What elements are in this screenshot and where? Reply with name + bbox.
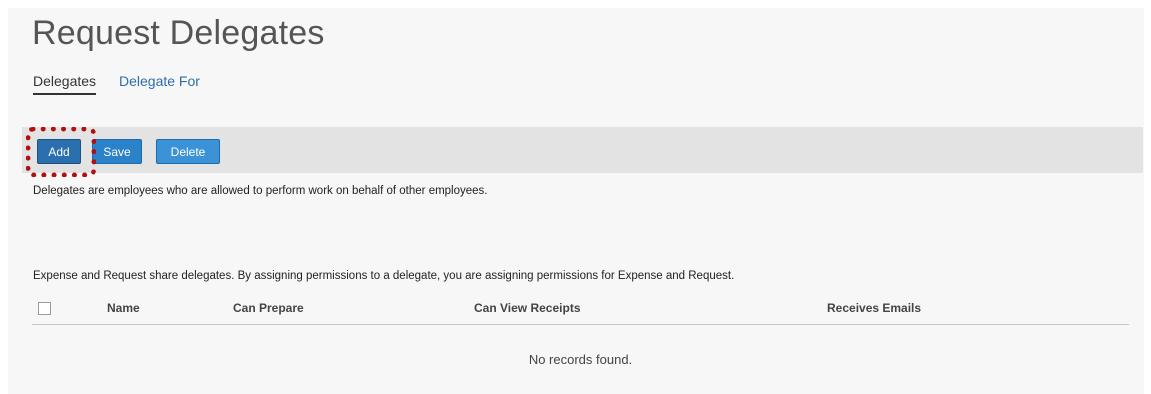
column-can-prepare: Can Prepare xyxy=(233,301,304,315)
shared-delegates-info: Expense and Request share delegates. By … xyxy=(33,270,735,282)
add-button-highlight xyxy=(26,127,96,177)
table-header: Name Can Prepare Can View Receipts Recei… xyxy=(32,300,1129,325)
toolbar: Add Save Delete xyxy=(22,127,1143,173)
delegates-description: Delegates are employees who are allowed … xyxy=(33,185,488,197)
delete-button[interactable]: Delete xyxy=(156,139,220,164)
tab-delegate-for[interactable]: Delegate For xyxy=(119,73,200,89)
column-name: Name xyxy=(107,301,140,315)
no-records-message: No records found. xyxy=(528,352,633,367)
tab-delegates[interactable]: Delegates xyxy=(33,73,97,95)
save-button[interactable]: Save xyxy=(92,139,142,164)
page-title: Request Delegates xyxy=(32,14,325,52)
column-can-view-receipts: Can View Receipts xyxy=(474,301,581,315)
select-all-checkbox[interactable] xyxy=(38,302,51,315)
request-delegates-page: Request Delegates Delegates Delegate For… xyxy=(8,8,1144,394)
column-receives-emails: Receives Emails xyxy=(827,301,922,315)
